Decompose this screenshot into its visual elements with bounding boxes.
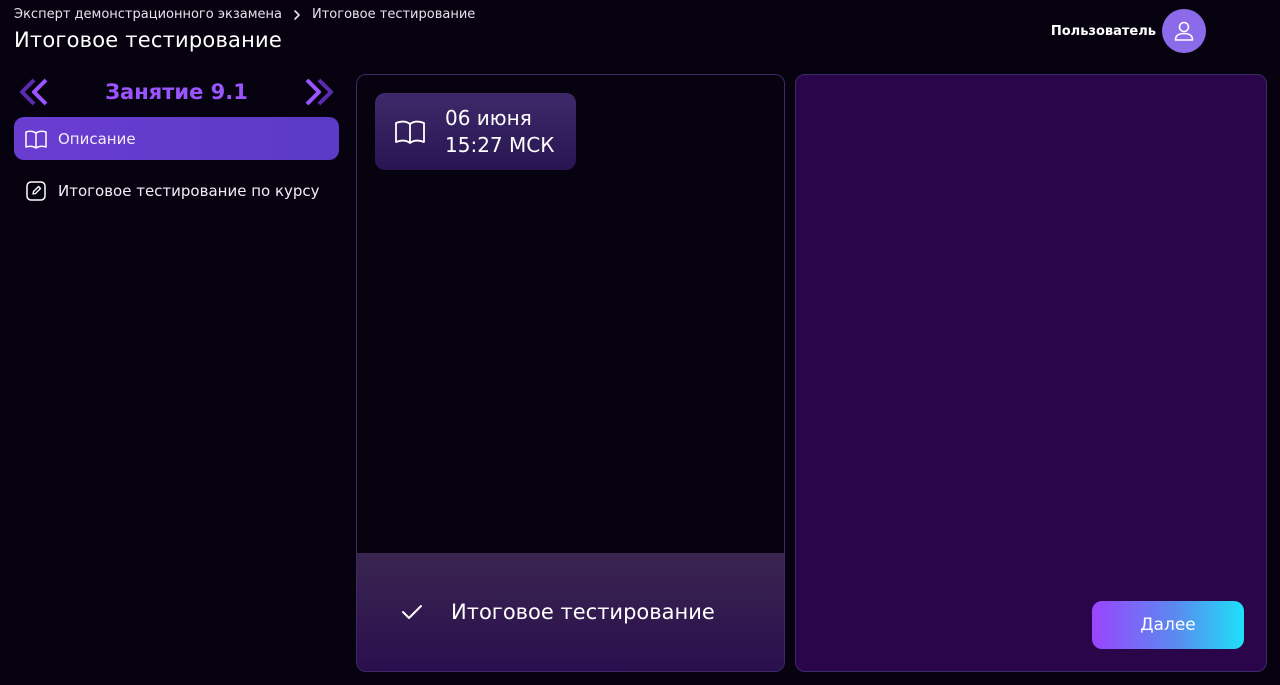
sidebar-item-label: Описание: [58, 129, 136, 148]
edit-icon: [26, 180, 46, 201]
book-open-icon: [395, 120, 425, 144]
date-card: 06 июня 15:27 МСК: [375, 93, 576, 170]
user-name: Пользователь: [1050, 23, 1156, 39]
chevron-double-left-icon[interactable]: [14, 76, 50, 108]
sidebar-item-label: Итоговое тестирование по курсу: [58, 181, 320, 200]
breadcrumb: Эксперт демонстрационного экзамена Итого…: [14, 7, 475, 22]
lesson-title: Занятие 9.1: [105, 80, 248, 104]
date-time: 06 июня 15:27 МСК: [445, 105, 554, 159]
page: Эксперт демонстрационного экзамена Итого…: [0, 0, 1280, 685]
breadcrumb-item-expert[interactable]: Эксперт демонстрационного экзамена: [14, 7, 282, 22]
date-label: 06 июня: [445, 105, 532, 130]
avatar[interactable]: [1162, 9, 1206, 53]
chevron-double-right-icon[interactable]: [303, 76, 339, 108]
detail-panel: Далее: [795, 74, 1267, 672]
breadcrumb-item-current: Итоговое тестирование: [311, 7, 476, 22]
test-label: Итоговое тестирование: [451, 600, 715, 624]
sidebar-item-description[interactable]: Описание: [14, 117, 339, 160]
check-icon: [402, 605, 422, 619]
lesson-content-panel: 06 июня 15:27 МСК Итоговое тестирование: [356, 74, 785, 672]
test-item[interactable]: Итоговое тестирование: [357, 553, 784, 671]
time-label: 15:27 МСК: [445, 132, 555, 157]
page-title: Итоговое тестирование: [14, 28, 282, 52]
chevron-right-icon: [294, 9, 300, 20]
user-icon: [1174, 21, 1194, 41]
user-menu[interactable]: Пользователь: [1051, 9, 1206, 53]
sidebar-item-final-test[interactable]: Итоговое тестирование по курсу: [14, 169, 339, 212]
book-icon: [25, 130, 47, 149]
lesson-nav: Занятие 9.1: [14, 74, 339, 110]
next-button[interactable]: Далее: [1092, 601, 1244, 649]
